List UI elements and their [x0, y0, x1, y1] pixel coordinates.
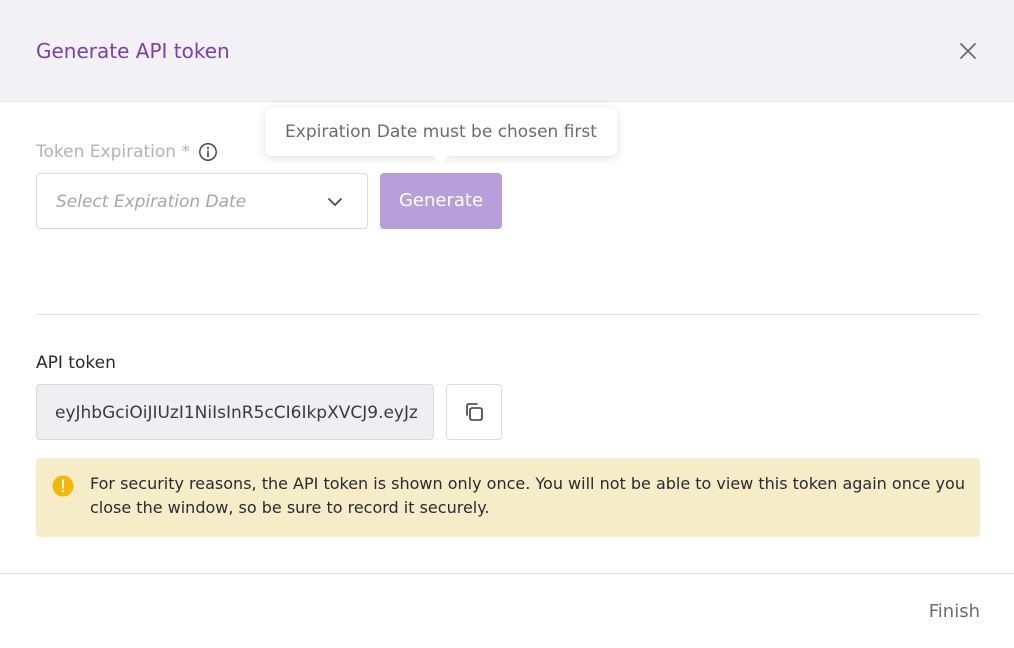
copy-token-button[interactable]	[446, 384, 502, 440]
info-icon[interactable]	[198, 142, 218, 162]
close-button[interactable]	[952, 35, 984, 67]
api-token-value: eyJhbGciOiJIUzI1NiIsInR5cCI6IkpXVCJ9.eyJ…	[55, 403, 417, 423]
tooltip-text: Expiration Date must be chosen first	[285, 122, 597, 142]
api-token-field[interactable]: eyJhbGciOiJIUzI1NiIsInR5cCI6IkpXVCJ9.eyJ…	[36, 384, 434, 440]
generate-disabled-tooltip: Expiration Date must be chosen first	[265, 108, 617, 164]
footer-divider	[0, 573, 1014, 574]
close-icon	[960, 43, 976, 59]
chevron-down-icon	[328, 198, 342, 206]
copy-icon	[466, 403, 483, 421]
finish-button[interactable]: Finish	[900, 598, 980, 626]
dialog-header: Generate API token	[0, 0, 1014, 102]
token-expiration-label: Token Expiration *	[36, 140, 218, 164]
expiration-date-placeholder: Select Expiration Date	[56, 192, 247, 212]
token-expiration-label-text: Token Expiration *	[36, 142, 190, 162]
tooltip-arrow	[433, 156, 449, 164]
api-token-label: API token	[36, 353, 116, 373]
dialog-title: Generate API token	[36, 39, 230, 63]
warning-icon	[52, 475, 74, 497]
section-divider	[36, 314, 980, 315]
security-warning-text: For security reasons, the API token is s…	[90, 474, 965, 517]
security-warning: For security reasons, the API token is s…	[36, 458, 980, 537]
generate-button[interactable]: Generate	[380, 173, 502, 229]
expiration-date-select[interactable]: Select Expiration Date	[36, 173, 368, 229]
generate-api-token-dialog: Generate API token Token Expiration * Se…	[0, 0, 1014, 648]
